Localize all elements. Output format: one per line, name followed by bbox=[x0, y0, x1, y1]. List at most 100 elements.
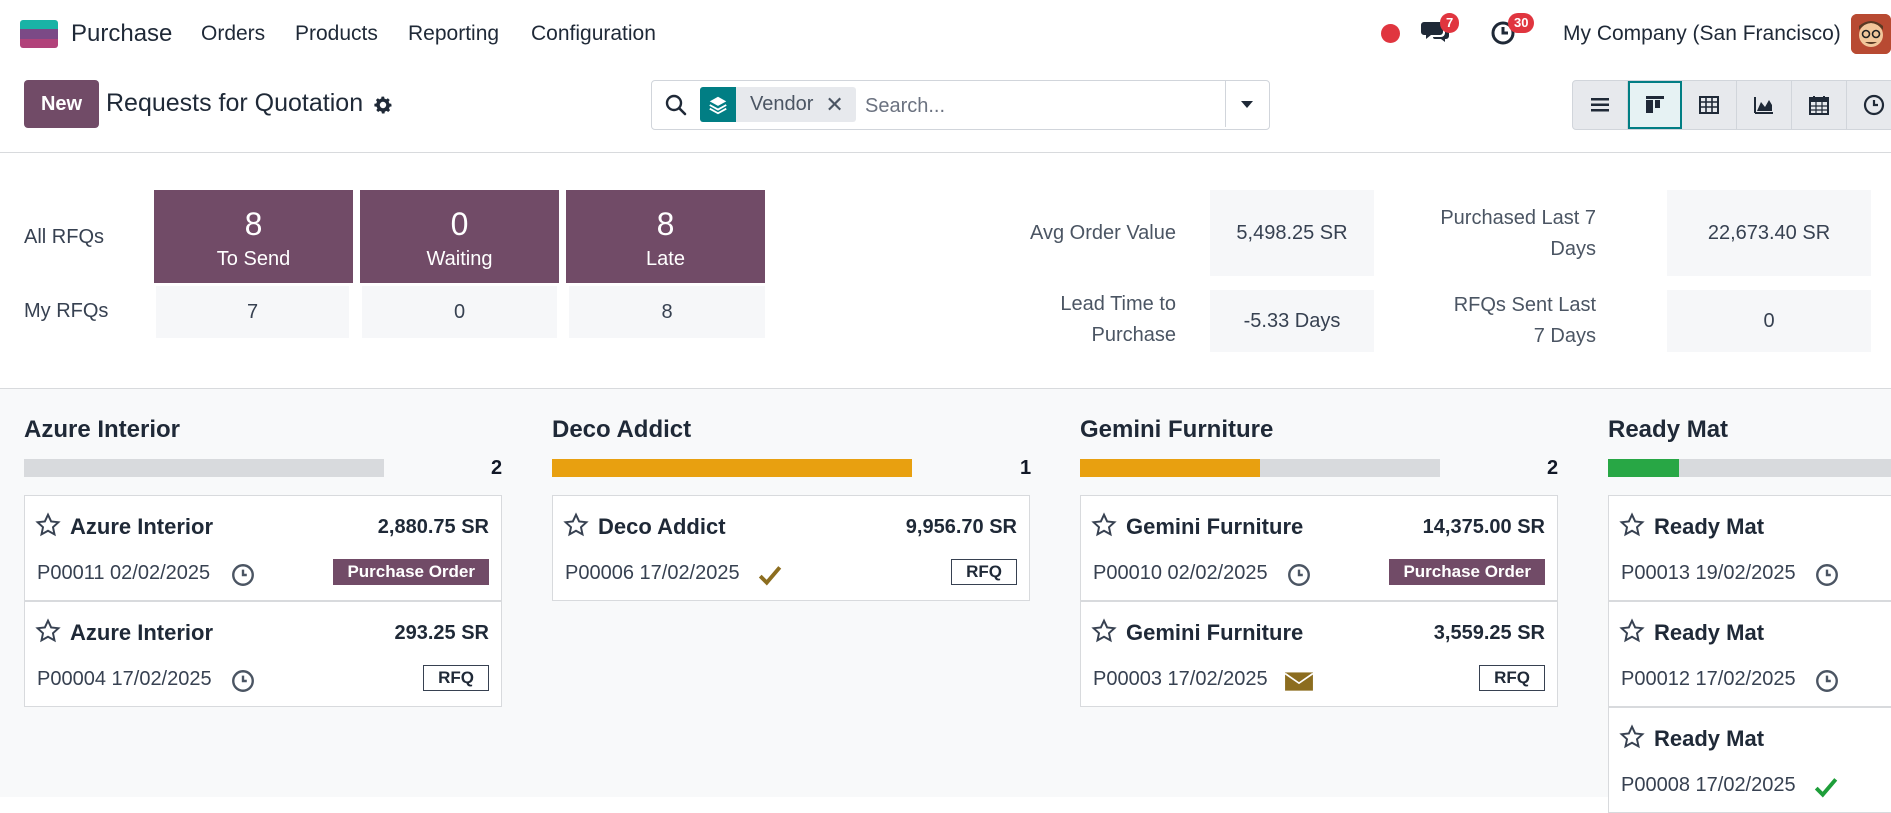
page-title: Requests for Quotation bbox=[106, 89, 364, 117]
status-tag: RFQ bbox=[1479, 665, 1545, 691]
kanban-card[interactable]: Ready Mat P00013 19/02/2025 bbox=[1608, 495, 1891, 601]
app-name[interactable]: Purchase bbox=[71, 20, 172, 48]
vendor-name: Gemini Furniture bbox=[1126, 514, 1304, 539]
column-count: 1 bbox=[1020, 457, 1032, 479]
menu-reporting[interactable]: Reporting bbox=[408, 22, 499, 46]
clock-icon bbox=[232, 564, 254, 586]
calendar-view-button[interactable] bbox=[1792, 81, 1847, 129]
order-reference: P00004 17/02/2025 bbox=[37, 668, 212, 690]
waiting-tile[interactable]: 0 Waiting bbox=[360, 190, 559, 283]
star-icon bbox=[35, 618, 61, 643]
list-icon bbox=[1591, 98, 1609, 112]
my-late-value[interactable]: 8 bbox=[569, 286, 765, 338]
kanban-card[interactable]: Gemini Furniture 14,375.00 SR P00010 02/… bbox=[1080, 495, 1558, 601]
order-reference: P00011 02/02/2025 bbox=[37, 562, 211, 584]
gear-icon[interactable] bbox=[372, 94, 394, 116]
kanban-card[interactable]: Ready Mat P00012 17/02/2025 bbox=[1608, 601, 1891, 707]
activity-view-button[interactable] bbox=[1847, 81, 1891, 129]
order-reference: P00010 02/02/2025 bbox=[1093, 562, 1268, 584]
column-title-deco-addict[interactable]: Deco Addict bbox=[552, 416, 691, 444]
company-switcher[interactable]: My Company (San Francisco) bbox=[1563, 22, 1841, 46]
area-chart-icon bbox=[1754, 97, 1773, 114]
kanban-view-button[interactable] bbox=[1628, 81, 1682, 129]
order-reference: P00003 17/02/2025 bbox=[1093, 668, 1268, 690]
vendor-name: Azure Interior bbox=[70, 514, 214, 539]
remove-facet-icon[interactable]: ✕ bbox=[825, 92, 855, 118]
calendar-icon bbox=[1809, 96, 1829, 115]
vendor-name: Ready Mat bbox=[1654, 514, 1765, 539]
my-to-send-value[interactable]: 7 bbox=[156, 286, 349, 338]
kanban-board: Azure Interior 2 Azure Interior 2,880.75… bbox=[0, 388, 1891, 813]
kanban-icon bbox=[1646, 96, 1664, 113]
late-tile[interactable]: 8 Late bbox=[566, 190, 765, 283]
star-icon bbox=[1091, 512, 1117, 537]
column-progress-bar[interactable] bbox=[1080, 459, 1440, 477]
column-progress-bar[interactable] bbox=[552, 459, 912, 477]
envelope-icon bbox=[1284, 672, 1314, 691]
search-options-toggle[interactable] bbox=[1225, 81, 1268, 127]
late-count: 8 bbox=[656, 206, 675, 242]
list-view-button[interactable] bbox=[1573, 81, 1628, 129]
activities-icon[interactable]: 30 bbox=[1488, 13, 1535, 48]
menu-configuration[interactable]: Configuration bbox=[531, 22, 656, 46]
column-count: 2 bbox=[491, 457, 503, 479]
view-switcher bbox=[1572, 80, 1891, 130]
header-divider bbox=[0, 152, 1891, 153]
search-input[interactable] bbox=[863, 91, 1237, 121]
new-button[interactable]: New bbox=[24, 80, 99, 128]
kanban-card[interactable]: Deco Addict 9,956.70 SR P00006 17/02/202… bbox=[552, 495, 1030, 601]
star-icon bbox=[1091, 618, 1117, 643]
lead-time-label: Lead Time to Purchase bbox=[1060, 293, 1176, 346]
star-icon bbox=[1619, 724, 1645, 749]
progress-fill-green bbox=[1608, 459, 1679, 477]
recording-dot-icon[interactable] bbox=[1381, 24, 1400, 43]
avg-order-value: 5,498.25 SR bbox=[1210, 190, 1374, 276]
order-amount: 293.25 SR bbox=[394, 622, 489, 644]
kanban-card[interactable]: Gemini Furniture 3,559.25 SR P00003 17/0… bbox=[1080, 601, 1558, 707]
order-amount: 3,559.25 SR bbox=[1433, 622, 1545, 644]
waiting-label: Waiting bbox=[426, 248, 493, 270]
order-amount: 14,375.00 SR bbox=[1422, 516, 1545, 538]
to-send-tile[interactable]: 8 To Send bbox=[154, 190, 353, 283]
my-rfqs-label: My RFQs bbox=[24, 300, 109, 322]
layers-icon bbox=[700, 87, 736, 122]
vendor-name: Ready Mat bbox=[1654, 620, 1765, 645]
clock-icon bbox=[1288, 564, 1310, 586]
star-icon bbox=[1619, 618, 1645, 643]
user-avatar[interactable] bbox=[1851, 14, 1891, 54]
rfqs-sent-last-7-label: RFQs Sent Last 7 Days bbox=[1453, 294, 1596, 347]
clock-icon bbox=[1863, 94, 1885, 116]
column-title-azure-interior[interactable]: Azure Interior bbox=[24, 416, 180, 444]
top-navbar: Purchase Orders Products Reporting Confi… bbox=[0, 0, 1891, 68]
graph-view-button[interactable] bbox=[1737, 81, 1792, 129]
purchase-app-icon[interactable] bbox=[20, 20, 58, 48]
menu-orders[interactable]: Orders bbox=[201, 22, 265, 46]
order-reference: P00006 17/02/2025 bbox=[565, 562, 740, 584]
my-waiting-value[interactable]: 0 bbox=[362, 286, 557, 338]
status-tag: RFQ bbox=[423, 665, 489, 691]
status-tag: RFQ bbox=[951, 559, 1017, 585]
column-progress-bar[interactable] bbox=[1608, 459, 1891, 477]
column-title-gemini-furniture[interactable]: Gemini Furniture bbox=[1080, 416, 1273, 444]
kanban-card[interactable]: Ready Mat P00008 17/02/2025 bbox=[1608, 707, 1891, 813]
progress-fill-orange bbox=[552, 459, 912, 477]
clock-icon bbox=[232, 670, 254, 692]
pivot-view-button[interactable] bbox=[1682, 81, 1737, 129]
kanban-card[interactable]: Azure Interior 2,880.75 SR P00011 02/02/… bbox=[24, 495, 502, 601]
pivot-table-icon bbox=[1699, 96, 1719, 114]
star-icon bbox=[35, 512, 61, 537]
messages-icon[interactable]: 7 bbox=[1420, 13, 1460, 48]
to-send-count: 8 bbox=[244, 206, 263, 242]
kanban-card[interactable]: Azure Interior 293.25 SR P00004 17/02/20… bbox=[24, 601, 502, 707]
column-progress-bar[interactable] bbox=[24, 459, 384, 477]
menu-products[interactable]: Products bbox=[295, 22, 378, 46]
column-title-ready-mat[interactable]: Ready Mat bbox=[1608, 416, 1728, 444]
waiting-count: 0 bbox=[450, 206, 469, 242]
vendor-groupby-facet: Vendor ✕ bbox=[700, 87, 856, 122]
search-bar: Vendor ✕ bbox=[651, 80, 1270, 130]
check-green-icon bbox=[1814, 778, 1838, 798]
facet-label: Vendor bbox=[750, 93, 814, 115]
search-icon[interactable] bbox=[664, 93, 688, 117]
purchased-last-7-label: Purchased Last 7 Days bbox=[1440, 207, 1596, 260]
check-icon bbox=[758, 566, 782, 586]
